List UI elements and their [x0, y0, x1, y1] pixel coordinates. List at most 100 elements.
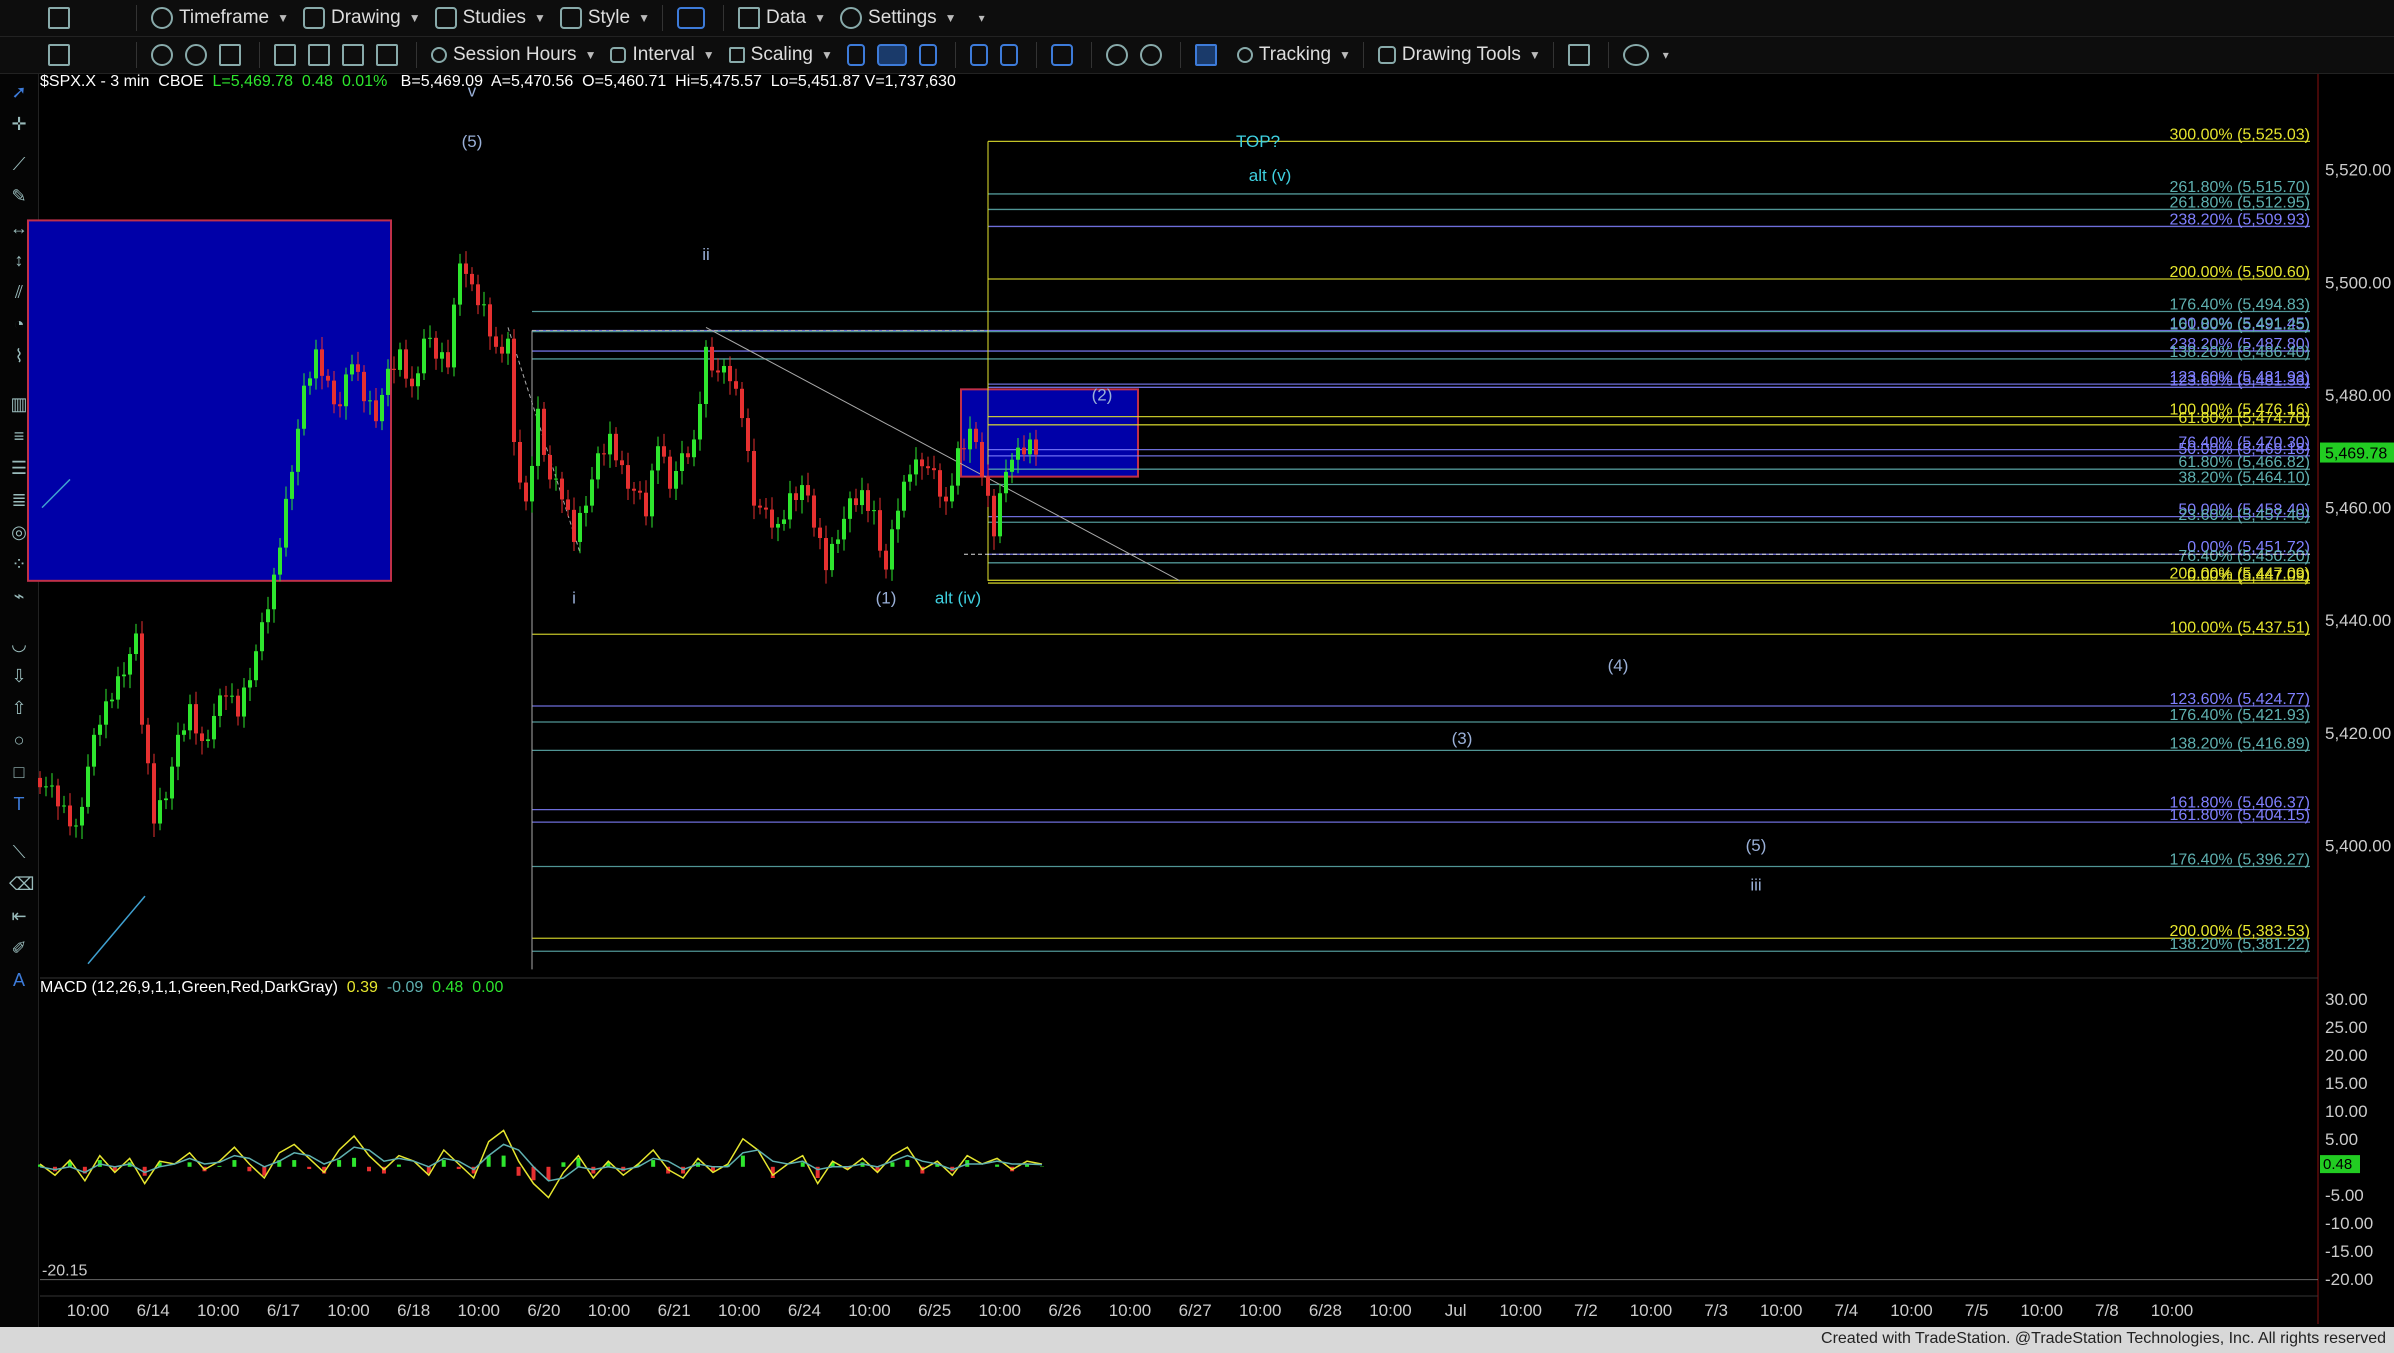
price-candle	[638, 490, 642, 493]
macd-tick-label: -15.00	[2325, 1242, 2373, 1261]
price-candle	[524, 482, 528, 502]
time-tick-label: 7/5	[1965, 1301, 1989, 1320]
price-candle	[584, 505, 588, 513]
price-candle	[848, 498, 852, 519]
price-candle	[80, 806, 84, 826]
price-candle	[86, 766, 90, 807]
price-candle	[170, 766, 174, 799]
price-candle	[590, 479, 594, 506]
time-tick-label: 10:00	[2020, 1301, 2063, 1320]
fib-level-label: 100.00% (5,437.51)	[2169, 619, 2310, 636]
price-candle	[608, 433, 612, 455]
time-tick-label: 6/27	[1179, 1301, 1212, 1320]
price-candle	[566, 499, 570, 510]
price-candle	[410, 378, 414, 387]
price-candle	[140, 633, 144, 725]
fib-level-label: 138.20% (5,416.89)	[2169, 735, 2310, 752]
time-tick-label: 10:00	[978, 1301, 1021, 1320]
price-candle	[200, 733, 204, 742]
copyright-text: Created with TradeStation. @TradeStation…	[1821, 1330, 2386, 1347]
fib-level-label: 300.00% (5,525.03)	[2169, 126, 2310, 143]
price-candle	[164, 798, 168, 801]
price-candle	[266, 609, 270, 623]
price-candle	[1004, 471, 1008, 494]
time-tick-label: Jul	[1445, 1301, 1467, 1320]
price-candle	[656, 446, 660, 471]
price-candle	[878, 510, 882, 551]
price-candle	[44, 786, 48, 788]
price-candle	[494, 336, 498, 347]
price-candle	[434, 337, 438, 359]
price-candle	[368, 400, 372, 402]
fib-level-label: 238.20% (5,509.93)	[2169, 211, 2310, 228]
price-candle	[548, 454, 552, 480]
fib-level-label: 176.40% (5,396.27)	[2169, 851, 2310, 868]
time-tick-label: 10:00	[327, 1301, 370, 1320]
price-candle	[326, 375, 330, 381]
price-candle	[272, 574, 276, 610]
price-candle	[536, 408, 540, 466]
price-tick-label: 5,440.00	[2325, 611, 2391, 630]
price-candle	[98, 724, 102, 735]
fib-level-label: 76.40% (5,450.20)	[2178, 548, 2310, 565]
fib-level-label: 123.60% (5,424.77)	[2169, 691, 2310, 708]
wave-label: (2)	[1092, 386, 1113, 405]
price-tick-label: 5,420.00	[2325, 724, 2391, 743]
wave-label: i	[572, 588, 576, 607]
time-tick-label: 7/4	[1835, 1301, 1859, 1320]
price-candle	[1034, 439, 1038, 455]
price-candle	[932, 468, 936, 471]
price-candle	[38, 777, 42, 788]
price-candle	[260, 622, 264, 652]
price-candle	[632, 488, 636, 491]
price-candle	[314, 349, 318, 379]
time-tick-label: 6/24	[788, 1301, 821, 1320]
price-candle	[230, 695, 234, 697]
price-chart[interactable]: 300.00% (5,525.03) 261.80% (5,515.70)261.…	[0, 0, 2394, 1353]
price-tick-label: 5,400.00	[2325, 836, 2391, 855]
price-candle	[332, 380, 336, 405]
price-candle	[662, 446, 666, 457]
price-candle	[320, 349, 324, 376]
time-tick-label: 10:00	[1760, 1301, 1803, 1320]
price-candle	[212, 715, 216, 740]
price-candle	[650, 470, 654, 517]
fib-level-label: 138.20% (5,381.22)	[2169, 936, 2310, 953]
price-candle	[374, 400, 378, 422]
fib-level-label: 123.60% (5,481.36)	[2169, 372, 2310, 389]
price-tick-label: 5,520.00	[2325, 161, 2391, 180]
price-candle	[236, 695, 240, 717]
price-candle	[920, 459, 924, 467]
wave-label: alt (iv)	[935, 588, 981, 607]
price-candle	[722, 365, 726, 373]
fib-level-label: 261.80% (5,515.70)	[2169, 179, 2310, 196]
price-candle	[290, 471, 294, 499]
price-candle	[950, 485, 954, 502]
price-candle	[680, 453, 684, 472]
price-candle	[104, 701, 108, 725]
price-candle	[812, 495, 816, 528]
price-candle	[824, 538, 828, 571]
price-candle	[764, 507, 768, 510]
price-candle	[350, 364, 354, 375]
fib-level-label: 200.00% (5,500.60)	[2169, 264, 2310, 281]
price-candle	[452, 304, 456, 368]
price-candle	[716, 370, 720, 373]
time-tick-label: 6/20	[527, 1301, 560, 1320]
price-candle	[614, 433, 618, 461]
price-candle	[278, 547, 282, 575]
time-tick-label: 6/18	[397, 1301, 430, 1320]
wave-label: (3)	[1452, 729, 1473, 748]
price-candle	[788, 493, 792, 520]
price-candle	[422, 338, 426, 374]
fib-level-label: 161.80% (5,491.25)	[2169, 317, 2310, 334]
price-candle	[134, 633, 138, 655]
price-candle	[710, 346, 714, 371]
price-candle	[896, 510, 900, 530]
wave-label: v	[468, 82, 477, 101]
fib-level-label: 176.40% (5,421.93)	[2169, 707, 2310, 724]
price-candle	[446, 352, 450, 368]
price-candle	[674, 471, 678, 489]
wave-label: ii	[702, 245, 710, 264]
price-candle	[770, 509, 774, 528]
